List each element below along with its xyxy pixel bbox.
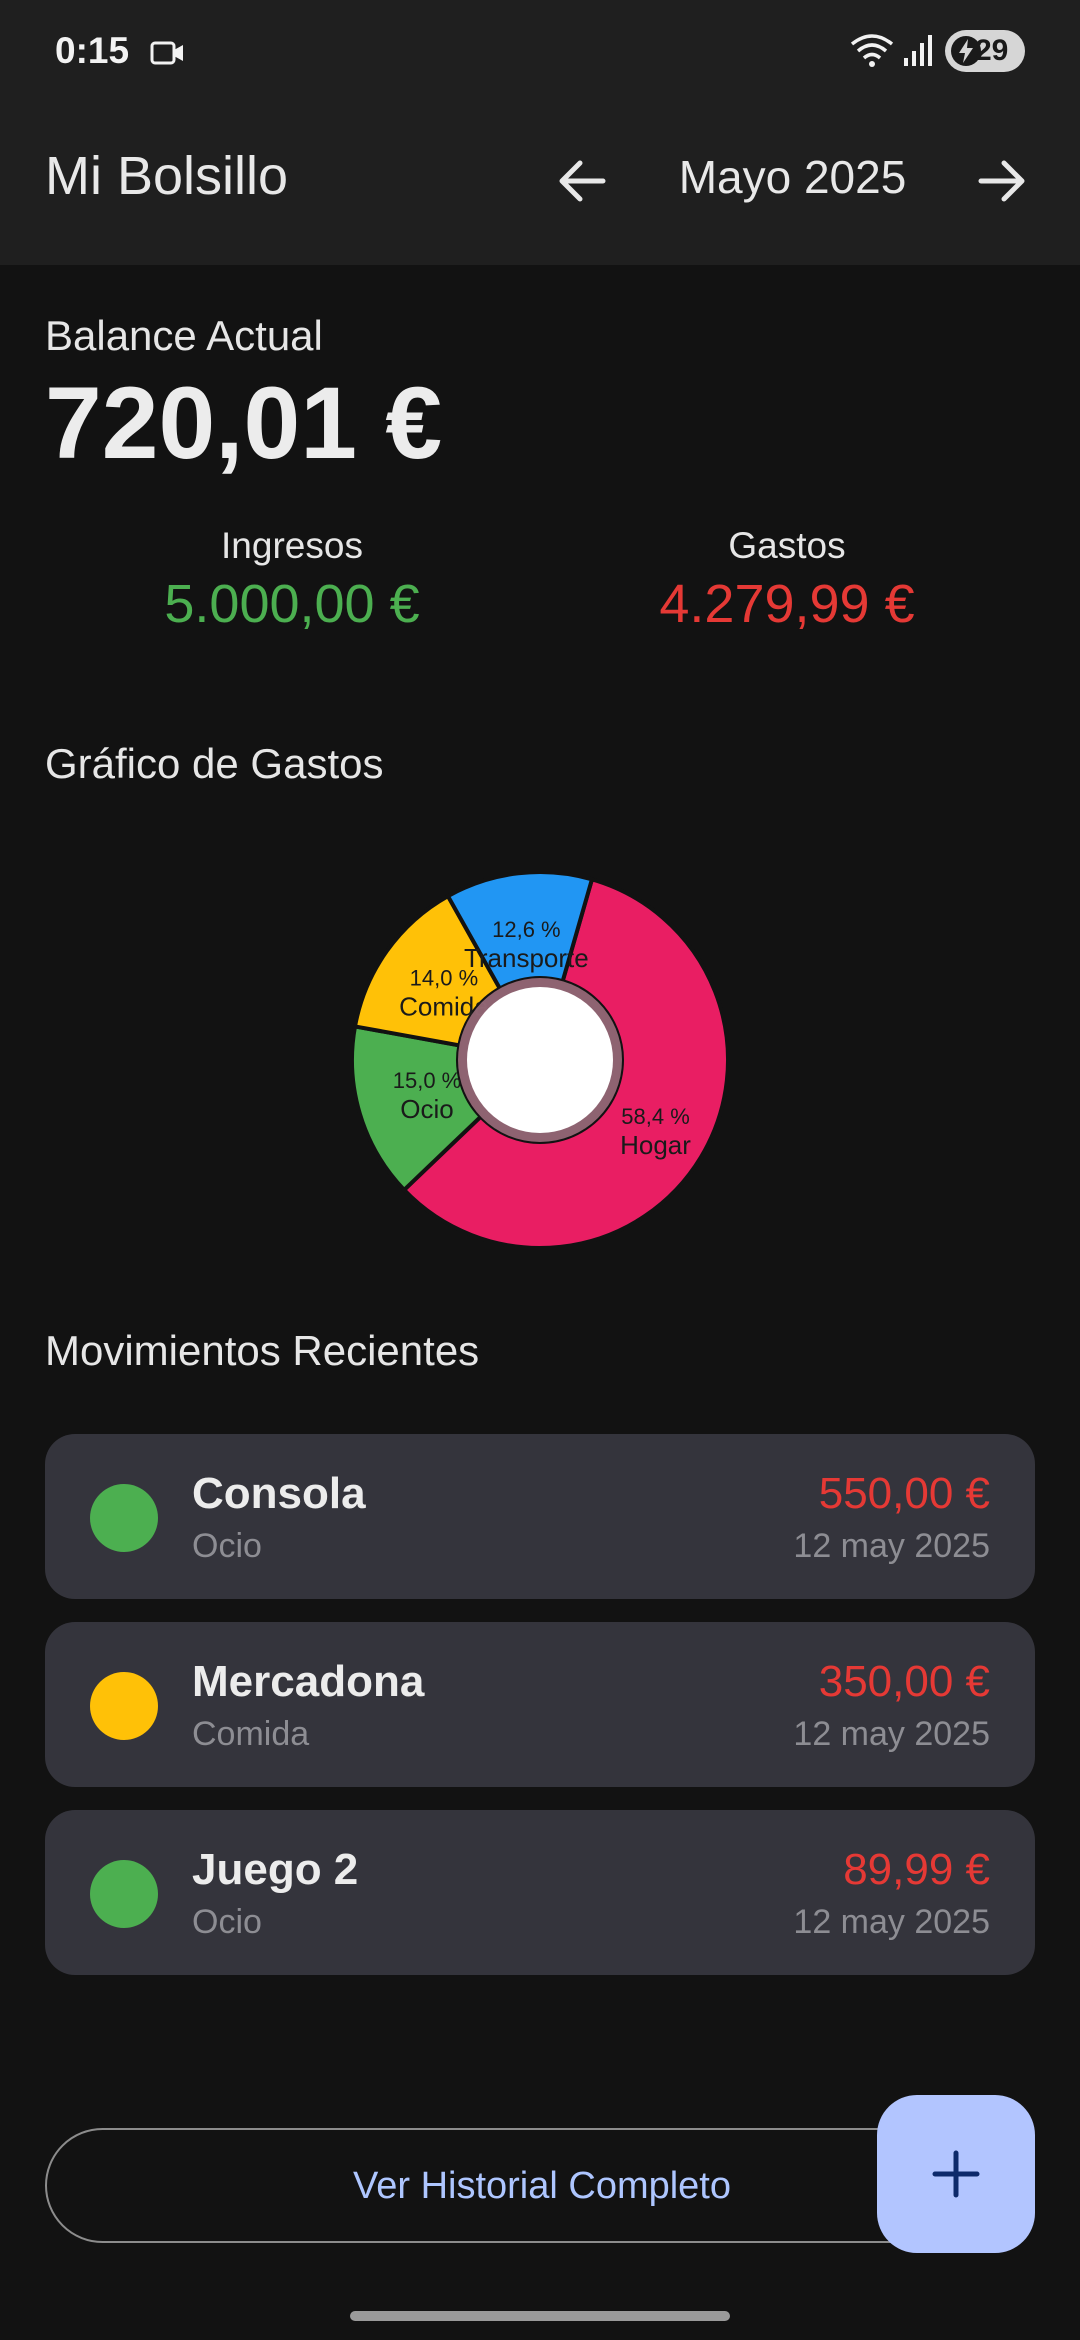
- status-bar: 0:15 29: [0, 0, 1080, 100]
- transaction-name: Juego 2: [192, 1845, 359, 1894]
- expense-label: Gastos: [728, 525, 846, 566]
- next-month-button[interactable]: [966, 146, 1036, 216]
- category-dot: [90, 1484, 158, 1552]
- arrow-left-icon: [559, 160, 606, 202]
- status-time: 0:15: [55, 30, 130, 71]
- battery-level: 29: [975, 34, 1009, 67]
- income-value: 5.000,00 €: [164, 574, 420, 634]
- transaction-category: Comida: [192, 1715, 310, 1753]
- expense-summary: Gastos 4.279,99 €: [587, 525, 987, 635]
- home-indicator: [350, 2311, 730, 2321]
- transaction-amount: 550,00 €: [818, 1469, 990, 1518]
- transaction-amount: 350,00 €: [818, 1657, 990, 1706]
- transaction-name: Mercadona: [192, 1657, 425, 1706]
- transaction-card[interactable]: Juego 2 Ocio 89,99 € 12 may 2025: [45, 1810, 1035, 1975]
- transaction-date: 12 may 2025: [793, 1527, 990, 1565]
- balance-value: 720,01 €: [45, 366, 443, 480]
- month-label: Mayo 2025: [678, 151, 907, 203]
- donut-chart-svg: 58,4 %Hogar15,0 %Ocio14,0 %Comida12,6 %T…: [350, 870, 730, 1250]
- expense-donut-chart[interactable]: 58,4 % Hogar 15,0 % Ocio 14,0 % Comida 12,6 % T…: [340, 860, 740, 1260]
- chart-category-label: Hogar: [620, 1130, 691, 1160]
- wifi-icon: [850, 32, 894, 73]
- donut-hole: [467, 987, 613, 1133]
- transaction-date: 12 may 2025: [793, 1715, 990, 1753]
- battery-charging-icon: 29: [945, 30, 1025, 72]
- plus-icon: [932, 2150, 980, 2198]
- chart-percent-label: 15,0 %: [393, 1068, 462, 1093]
- app-title: Mi Bolsillo: [45, 146, 289, 206]
- category-dot: [90, 1672, 158, 1740]
- chart-category-label: Ocio: [400, 1094, 453, 1124]
- income-summary: Ingresos 5.000,00 €: [92, 525, 492, 635]
- transaction-date: 12 may 2025: [793, 1903, 990, 1941]
- transaction-card[interactable]: Consola Ocio 550,00 € 12 may 2025: [45, 1434, 1035, 1599]
- chart-percent-label: 12,6 %: [492, 917, 560, 942]
- previous-month-button[interactable]: [548, 146, 618, 216]
- signal-icon: [902, 32, 936, 73]
- expense-value: 4.279,99 €: [659, 574, 915, 634]
- transaction-category: Ocio: [192, 1903, 262, 1941]
- arrow-right-icon: [978, 160, 1025, 202]
- add-transaction-button[interactable]: [877, 2095, 1035, 2253]
- chart-percent-label: 58,4 %: [621, 1104, 690, 1129]
- chart-section-title: Gráfico de Gastos: [45, 740, 384, 787]
- chart-category-label: Transporte: [464, 943, 589, 973]
- balance-label: Balance Actual: [45, 312, 323, 359]
- transaction-name: Consola: [192, 1469, 366, 1518]
- app-bar: Mi Bolsillo Mayo 2025: [0, 100, 1080, 265]
- screen-record-icon: [150, 40, 186, 71]
- transaction-card[interactable]: Mercadona Comida 350,00 € 12 may 2025: [45, 1622, 1035, 1787]
- recent-movements-title: Movimientos Recientes: [45, 1327, 480, 1374]
- income-label: Ingresos: [221, 525, 363, 566]
- transaction-amount: 89,99 €: [843, 1845, 990, 1894]
- transaction-category: Ocio: [192, 1527, 262, 1565]
- category-dot: [90, 1860, 158, 1928]
